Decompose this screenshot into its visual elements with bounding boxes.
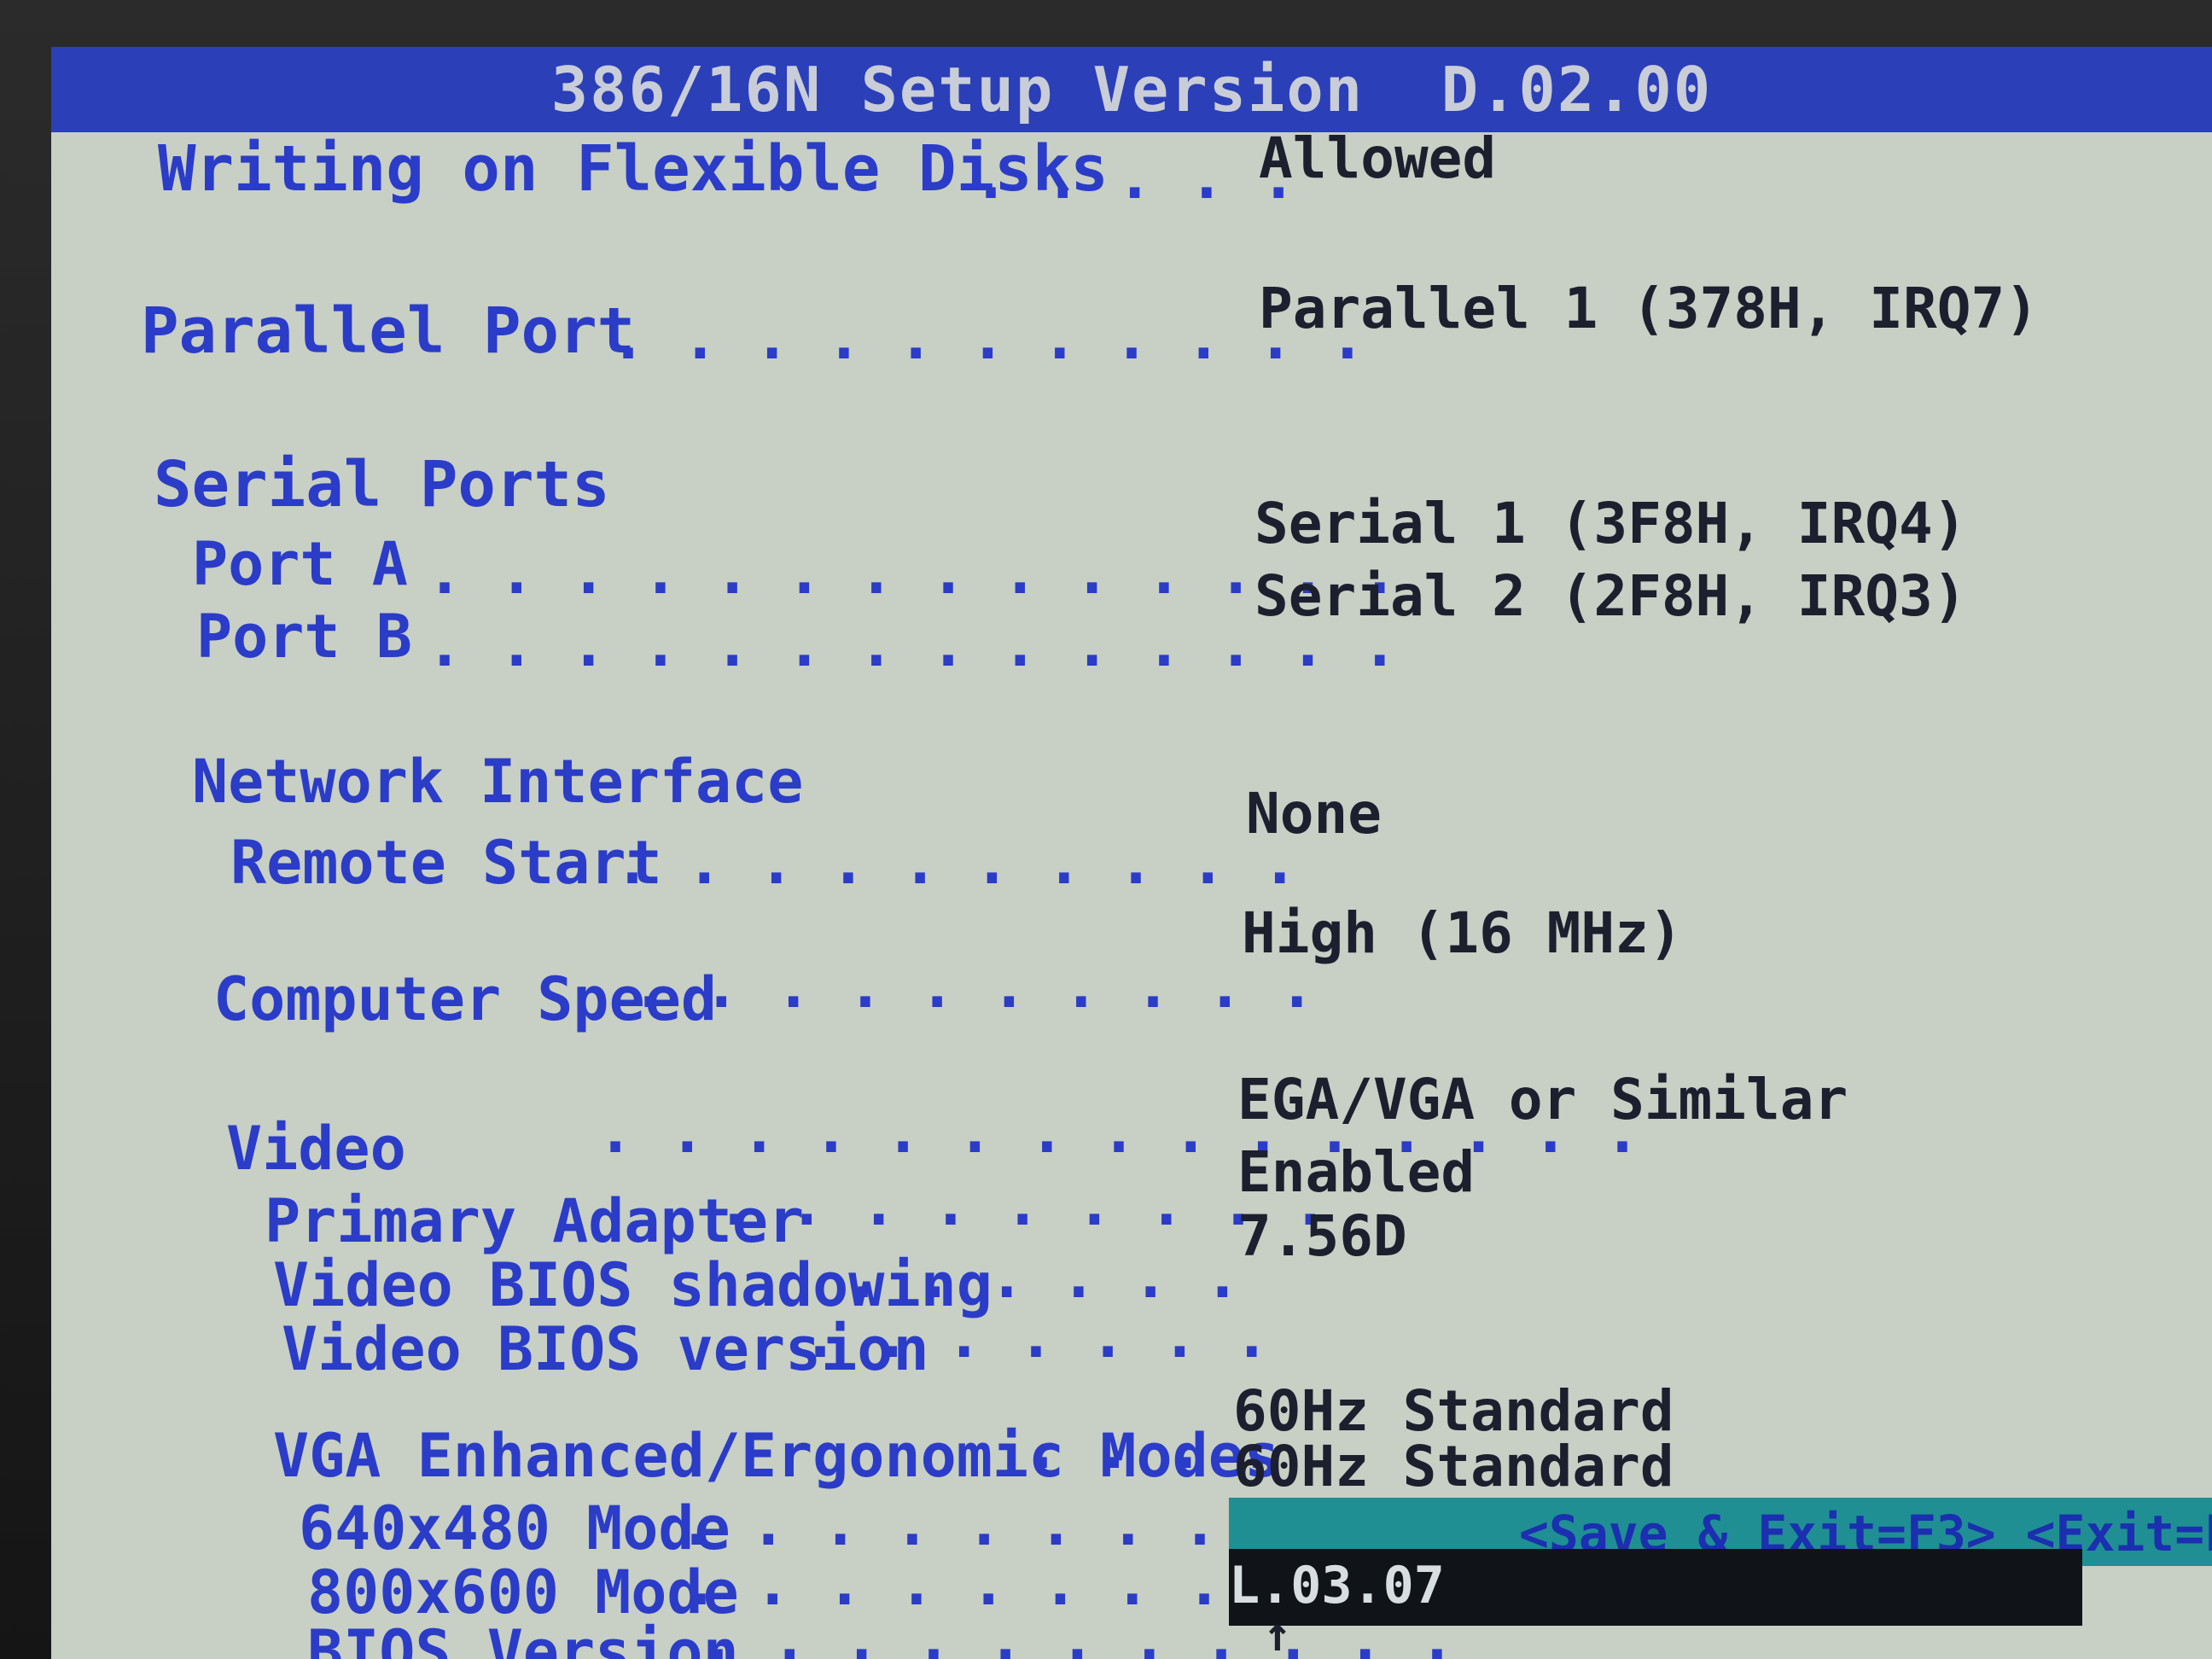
port-a-label: Port A (192, 529, 408, 599)
parallel-port-dots: . . . . . . . . . . . (610, 303, 1366, 373)
port-a-value[interactable]: Serial 1 (3F8H, IRQ4) (1254, 491, 1966, 556)
primary-adapter-dots: . . . . . . . . . (717, 1169, 1329, 1239)
port-b-dots: . . . . . . . . . . . . . . (427, 610, 1398, 680)
bios-version-label: BIOS Version (307, 1617, 739, 1659)
title-bar: 386/16N Setup Version D.02.00 (51, 47, 2212, 132)
mode-640x480-label: 640x480 Mode (299, 1493, 731, 1563)
video-bios-shadowing-value[interactable]: 7.56D (1237, 1203, 1407, 1269)
video-bios-version-dots: . . . . . . . (802, 1301, 1270, 1371)
flexible-disk-write-label: Writing on Flexible Disks (158, 132, 1109, 206)
remote-start-label: Remote Start (230, 828, 662, 898)
video-heading: Video (226, 1114, 406, 1184)
computer-speed-dots: . . . . . . . . . . (632, 952, 1315, 1022)
flexible-disk-write-value[interactable]: Allowed (1259, 125, 1496, 191)
bios-version-dots: . . . . . . . . . . . (700, 1604, 1456, 1659)
parallel-port-label: Parallel Port (141, 294, 636, 368)
port-b-label: Port B (196, 602, 412, 672)
parallel-port-value[interactable]: Parallel 1 (378H, IRQ7) (1259, 276, 2039, 341)
port-b-value[interactable]: Serial 2 (2F8H, IRQ3) (1254, 563, 1966, 629)
port-a-dots: . . . . . . . . . . . . . . (427, 538, 1398, 608)
setup-title: 386/16N Setup Version D.02.00 (550, 54, 1713, 125)
primary-adapter-value[interactable]: Enabled (1237, 1139, 1475, 1205)
remote-start-value[interactable]: None (1246, 781, 1382, 847)
computer-speed-value[interactable]: High (16 MHz) (1242, 900, 1683, 966)
serial-ports-heading: Serial Ports (154, 448, 610, 521)
remote-start-dots: . . . . . . . . . . (614, 828, 1298, 898)
network-interface-heading: Network Interface (192, 747, 804, 817)
video-value[interactable]: EGA/VGA or Similar (1237, 1067, 1848, 1132)
bios-setup-screen: 386/16N Setup Version D.02.00 Writing on… (51, 47, 2212, 1659)
flexible-disk-dots: . . . . . (973, 143, 1297, 212)
monitor-bezel: 386/16N Setup Version D.02.00 Writing on… (0, 0, 2212, 1659)
mode-640x480-value[interactable]: 60Hz Standard (1233, 1434, 1674, 1499)
